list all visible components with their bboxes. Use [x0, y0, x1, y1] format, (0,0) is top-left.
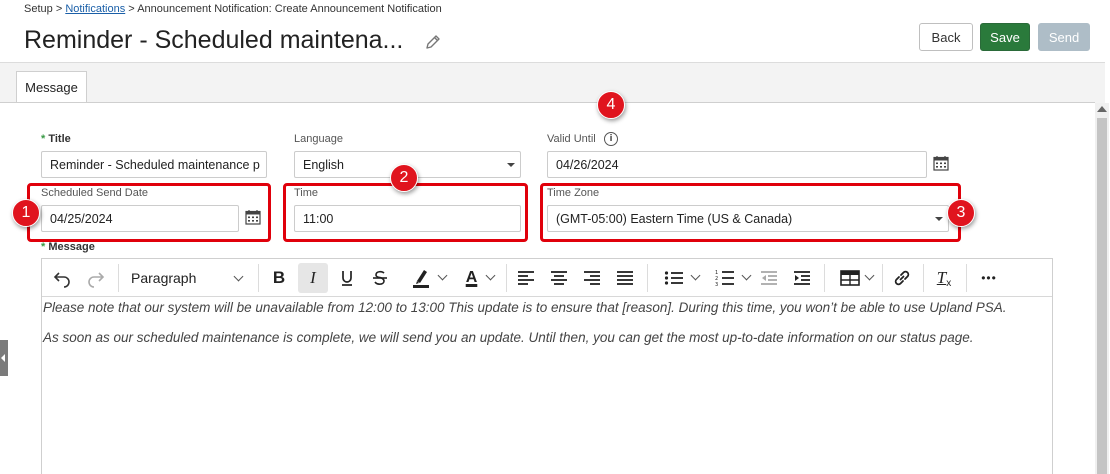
chevron-left-icon [1, 354, 5, 362]
callout-badge-4: 4 [597, 91, 625, 119]
outdent-icon[interactable] [755, 263, 783, 293]
valid-until-date-input[interactable]: 04/26/2024 [547, 151, 927, 178]
bullet-list-icon[interactable] [654, 263, 700, 293]
back-button[interactable]: Back [919, 23, 973, 51]
breadcrumb-notifications-link[interactable]: Notifications [65, 3, 125, 15]
pencil-edit-icon[interactable] [423, 32, 443, 52]
text-color-icon[interactable]: A [452, 263, 498, 293]
strikethrough-icon[interactable] [366, 263, 394, 293]
toolbar-separator [966, 264, 967, 292]
title-label: * Title [41, 133, 71, 145]
underline-icon[interactable] [333, 263, 361, 293]
callout-badge-3: 3 [947, 199, 975, 227]
breadcrumb-separator: > [55, 3, 63, 15]
block-format-value: Paragraph [131, 270, 197, 286]
toolbar-separator [506, 264, 507, 292]
title-input[interactable]: Reminder - Scheduled maintenance p [41, 151, 267, 178]
callout-badge-2: 2 [390, 164, 418, 192]
editor-paragraph-2[interactable]: As soon as our scheduled maintenance is … [43, 330, 974, 345]
scroll-up-arrow-icon[interactable] [1097, 106, 1107, 112]
more-icon[interactable]: ••• [974, 263, 1004, 293]
indent-icon[interactable] [788, 263, 816, 293]
page-title: Reminder - Scheduled maintena... [24, 26, 404, 54]
redo-icon[interactable] [82, 263, 110, 293]
language-label: Language [294, 133, 343, 145]
save-button[interactable]: Save [980, 23, 1030, 51]
toolbar-separator [882, 264, 883, 292]
calendar-icon[interactable] [933, 155, 949, 171]
tab-message[interactable]: Message [16, 71, 87, 103]
callout-box-send-date [27, 183, 271, 242]
breadcrumb-current: Announcement Notification: Create Announ… [137, 3, 442, 15]
editor-paragraph-1[interactable]: Please note that our system will be unav… [43, 300, 1007, 315]
table-icon[interactable] [831, 263, 875, 293]
align-left-icon[interactable] [512, 263, 540, 293]
breadcrumb-separator: > [128, 3, 135, 15]
highlight-color-icon[interactable] [400, 263, 450, 293]
bold-icon[interactable]: B [265, 263, 293, 293]
toolbar-separator [258, 264, 259, 292]
undo-icon[interactable] [48, 263, 76, 293]
align-right-icon[interactable] [578, 263, 606, 293]
italic-icon[interactable]: I [298, 263, 328, 293]
valid-until-label: Valid Until [547, 133, 596, 145]
clear-format-icon[interactable]: Tx [930, 263, 958, 293]
breadcrumb-setup[interactable]: Setup [24, 3, 53, 15]
toolbar-separator [647, 264, 648, 292]
justify-icon[interactable] [611, 263, 639, 293]
tab-strip [0, 63, 1105, 103]
toolbar-separator [923, 264, 924, 292]
scrollbar-thumb[interactable] [1097, 118, 1107, 474]
breadcrumb: Setup > Notifications > Announcement Not… [24, 3, 442, 15]
toolbar-separator [824, 264, 825, 292]
numbered-list-icon[interactable]: 123 [704, 263, 752, 293]
callout-box-time-zone [540, 183, 961, 242]
send-button[interactable]: Send [1038, 23, 1090, 51]
info-icon[interactable]: i [604, 132, 618, 146]
link-icon[interactable] [888, 263, 916, 293]
callout-badge-1: 1 [12, 199, 40, 227]
toolbar-separator [118, 264, 119, 292]
chevron-down-icon [507, 163, 515, 167]
message-label: * Message [41, 241, 95, 253]
align-center-icon[interactable] [545, 263, 573, 293]
content-divider [0, 102, 1095, 103]
svg-text:3: 3 [715, 282, 718, 287]
